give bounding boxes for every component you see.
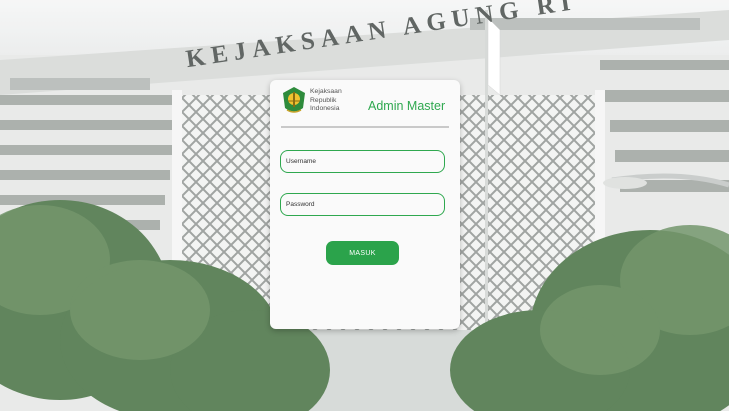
kejaksaan-logo-icon — [283, 87, 305, 113]
login-button[interactable]: MASUK — [326, 241, 399, 265]
login-card: Kejaksaan Republik Indonesia Admin Maste… — [270, 80, 460, 329]
card-header: Kejaksaan Republik Indonesia Admin Maste… — [270, 80, 460, 125]
username-input[interactable] — [280, 150, 445, 173]
brand-line-3: Indonesia — [310, 105, 340, 113]
header-divider — [281, 126, 449, 128]
brand-line-2: Republik — [310, 96, 337, 104]
page-title: Admin Master — [368, 99, 446, 113]
brand-line-1: Kejaksaan — [310, 88, 342, 95]
password-input[interactable] — [280, 193, 445, 216]
brand-text: Kejaksaan Republik Indonesia — [310, 88, 342, 114]
